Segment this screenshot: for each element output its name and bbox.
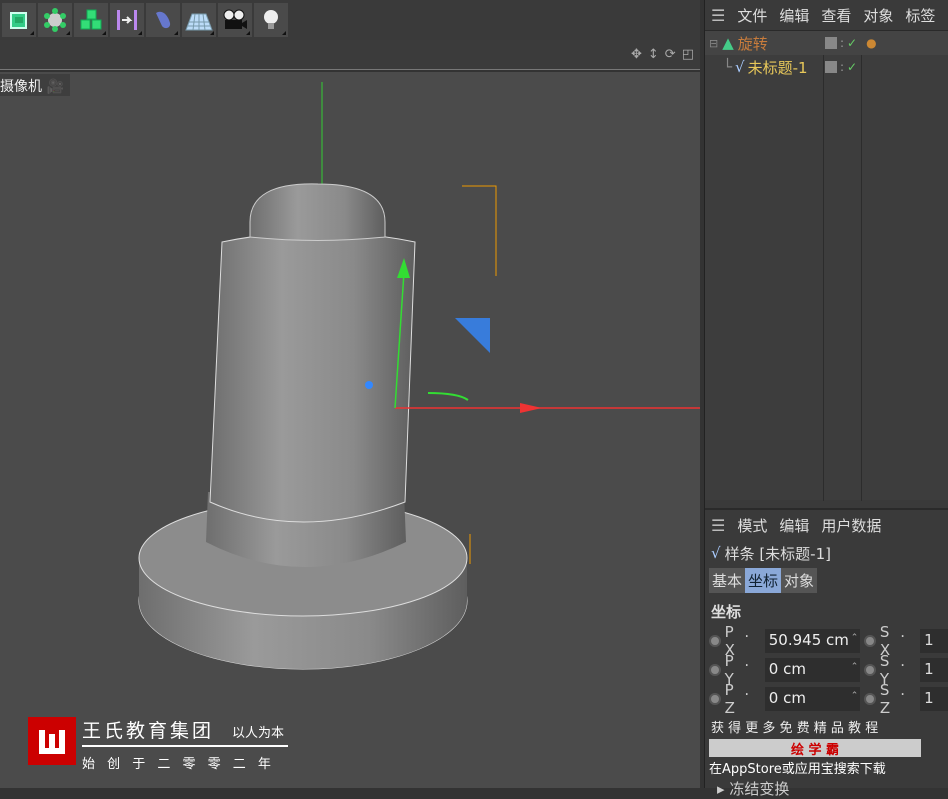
camera-icon[interactable] bbox=[218, 3, 252, 37]
pos-y-input[interactable]: 0 cm bbox=[764, 657, 861, 682]
wangshi-logo bbox=[28, 717, 76, 765]
tab-basic[interactable]: 基本 bbox=[709, 568, 746, 593]
cube-icon[interactable] bbox=[2, 3, 36, 37]
attribute-manager: ☰ 模式 编辑 用户数据 √ 样条 [未标题-1] 基本 坐标 对象 坐标 P .… bbox=[705, 508, 948, 798]
anim-radio[interactable] bbox=[864, 663, 876, 676]
lathe-icon: ▲ bbox=[722, 34, 734, 52]
visibility-icon[interactable]: : bbox=[840, 60, 844, 74]
enabled-check-icon[interactable]: ✓ bbox=[847, 60, 857, 74]
attr-tabs: 基本 坐标 对象 bbox=[709, 568, 948, 593]
anim-radio[interactable] bbox=[709, 692, 721, 705]
toolbar bbox=[0, 0, 700, 40]
row-z: P . Z0 cmS . Z1 bbox=[705, 681, 948, 717]
maximize-view-icon[interactable]: ◰ bbox=[682, 47, 694, 62]
scale-z-input[interactable]: 1 bbox=[920, 686, 948, 711]
promo-line2: 在AppStore或应用宝搜索下载 bbox=[709, 762, 886, 777]
spline-icon: √ bbox=[735, 58, 745, 76]
anim-radio[interactable] bbox=[864, 634, 876, 647]
menu-edit[interactable]: 编辑 bbox=[779, 515, 809, 536]
object-row-lathe[interactable]: ⊟ ▲ 旋转 : ✓ ● bbox=[705, 31, 948, 55]
zoom-view-icon[interactable]: ↕ bbox=[648, 47, 659, 62]
viewport[interactable]: 摄像机 🎥 王氏教育集团 以人为本 始 创 于 二 零 零 二 年 bbox=[0, 72, 700, 788]
light-icon[interactable] bbox=[254, 3, 288, 37]
freeze-transform-toggle[interactable]: ▸ 冻结变换 bbox=[705, 778, 948, 799]
visibility-icon[interactable]: : bbox=[840, 36, 844, 50]
phong-tag-icon[interactable]: ● bbox=[866, 36, 876, 50]
company-name: 王氏教育集团 bbox=[82, 720, 215, 742]
tab-coord[interactable]: 坐标 bbox=[745, 568, 782, 593]
enabled-check-icon[interactable]: ✓ bbox=[847, 36, 857, 50]
object-row-spline[interactable]: └ √ 未标题-1 : ✓ bbox=[705, 55, 948, 79]
tree-expand-icon[interactable]: ⊟ bbox=[709, 37, 718, 50]
pos-z-input[interactable]: 0 cm bbox=[764, 686, 861, 711]
slogan: 以人为本 bbox=[232, 726, 285, 741]
object-list: ⊟ ▲ 旋转 : ✓ ● └ √ 未标题-1 : ✓ bbox=[705, 30, 948, 501]
menu-icon[interactable]: ☰ bbox=[711, 6, 725, 25]
menu-icon[interactable]: ☰ bbox=[711, 516, 725, 535]
layer-icon[interactable] bbox=[825, 61, 837, 73]
right-panel: ☰ 文件 编辑 查看 对象 标签 ⊟ ▲ 旋转 : ✓ ● └ √ 未标题-1 : ✓ … bbox=[704, 0, 948, 798]
symmetry-icon[interactable] bbox=[110, 3, 144, 37]
object-manager-menu: ☰ 文件 编辑 查看 对象 标签 bbox=[705, 0, 948, 30]
attr-title: 样条 [未标题-1] bbox=[724, 544, 831, 563]
menu-object[interactable]: 对象 bbox=[863, 5, 893, 26]
polygon-pen-icon[interactable] bbox=[38, 3, 72, 37]
move-view-icon[interactable]: ✥ bbox=[631, 47, 642, 62]
cylinder bbox=[209, 231, 416, 523]
cap bbox=[249, 183, 386, 241]
menu-tags[interactable]: 标签 bbox=[905, 5, 935, 26]
tab-object[interactable]: 对象 bbox=[781, 568, 818, 593]
founded-text: 始 创 于 二 零 零 二 年 bbox=[82, 757, 275, 772]
cloner-icon[interactable] bbox=[74, 3, 108, 37]
anim-radio[interactable] bbox=[709, 634, 721, 647]
menu-file[interactable]: 文件 bbox=[737, 5, 767, 26]
scale-y-input[interactable]: 1 bbox=[920, 657, 948, 682]
rotate-view-icon[interactable]: ⟳ bbox=[665, 47, 676, 62]
anim-radio[interactable] bbox=[709, 663, 721, 676]
section-title: 坐标 bbox=[711, 603, 742, 621]
anim-radio[interactable] bbox=[864, 692, 876, 705]
pos-x-input[interactable]: 50.945 cm bbox=[764, 628, 861, 653]
menu-view[interactable]: 查看 bbox=[821, 5, 851, 26]
viewport-header: ✥ ↕ ⟳ ◰ bbox=[0, 40, 700, 70]
promo-brand: 绘 学 霸 bbox=[709, 739, 921, 758]
scale-x-input[interactable]: 1 bbox=[920, 628, 948, 653]
scene bbox=[138, 82, 700, 670]
layer-icon[interactable] bbox=[825, 37, 837, 49]
divider bbox=[82, 745, 288, 747]
spline-icon: √ bbox=[711, 544, 721, 562]
menu-userdata[interactable]: 用户数据 bbox=[821, 515, 881, 536]
deformer-icon[interactable] bbox=[146, 3, 180, 37]
menu-mode[interactable]: 模式 bbox=[737, 515, 767, 536]
menu-edit[interactable]: 编辑 bbox=[779, 5, 809, 26]
floor-icon[interactable] bbox=[182, 3, 216, 37]
